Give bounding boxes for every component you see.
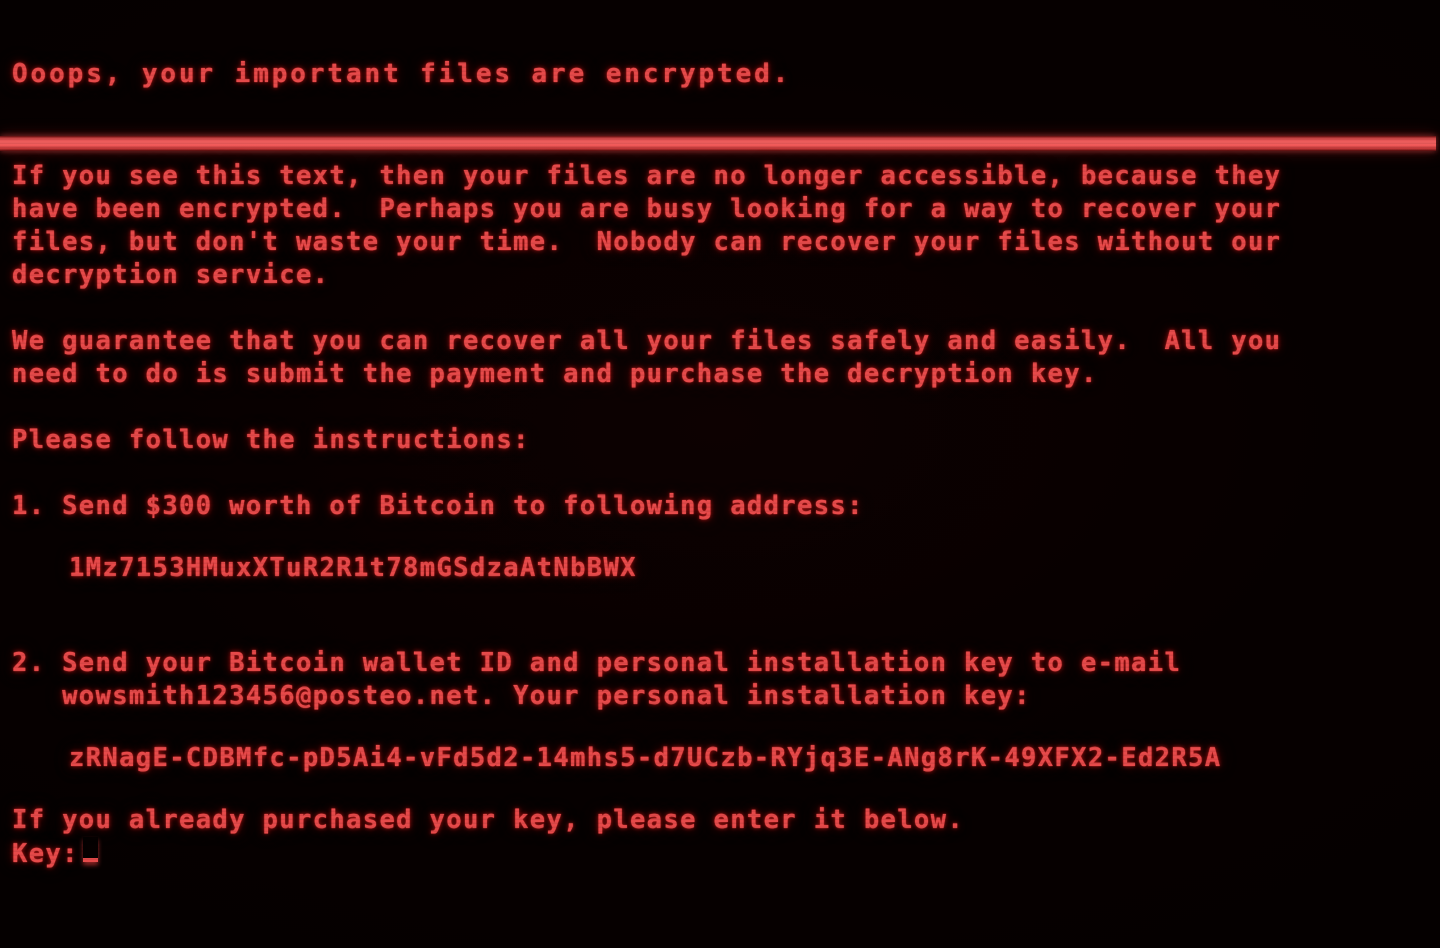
personal-installation-key[interactable]: zRNagE-CDBMfc-pD5Ai4-vFd5d2-14mhs5-d7UCz… (12, 742, 1432, 775)
key-input-label: Key: (12, 838, 79, 869)
divider (0, 136, 1436, 151)
intro-paragraph: If you see this text, then your files ar… (12, 160, 1432, 292)
bitcoin-address[interactable]: 1Mz7153HMuxXTuR2R1t78mGSdzaAtNbBWX (12, 552, 1432, 585)
intro-line-4: decryption service. (12, 260, 330, 290)
ransom-note-body: If you see this text, then your files ar… (12, 160, 1432, 871)
page-title: Ooops, your important files are encrypte… (12, 59, 792, 89)
key-entry-row[interactable]: Key: (12, 837, 1432, 871)
step-2-text: 2. Send your Bitcoin wallet ID and perso… (12, 647, 1432, 713)
step-1-text: 1. Send $300 worth of Bitcoin to followi… (12, 491, 864, 521)
step-2-line-2: wowsmith123456@posteo.net. Your personal… (12, 681, 1031, 711)
guarantee-line-2: need to do is submit the payment and pur… (12, 359, 1098, 389)
intro-line-3: files, but don't waste your time. Nobody… (12, 227, 1282, 257)
purchased-prompt: If you already purchased your key, pleas… (12, 805, 965, 835)
instructions-heading: Please follow the instructions: (12, 425, 530, 455)
guarantee-line-1: We guarantee that you can recover all yo… (12, 326, 1282, 356)
text-cursor (82, 837, 99, 862)
ransom-note-screen: Ooops, your important files are encrypte… (0, 0, 1440, 948)
step-2-line-1: 2. Send your Bitcoin wallet ID and perso… (12, 648, 1182, 678)
guarantee-paragraph: We guarantee that you can recover all yo… (12, 325, 1432, 391)
intro-line-1: If you see this text, then your files ar… (12, 161, 1282, 191)
intro-line-2: have been encrypted. Perhaps you are bus… (12, 194, 1282, 224)
